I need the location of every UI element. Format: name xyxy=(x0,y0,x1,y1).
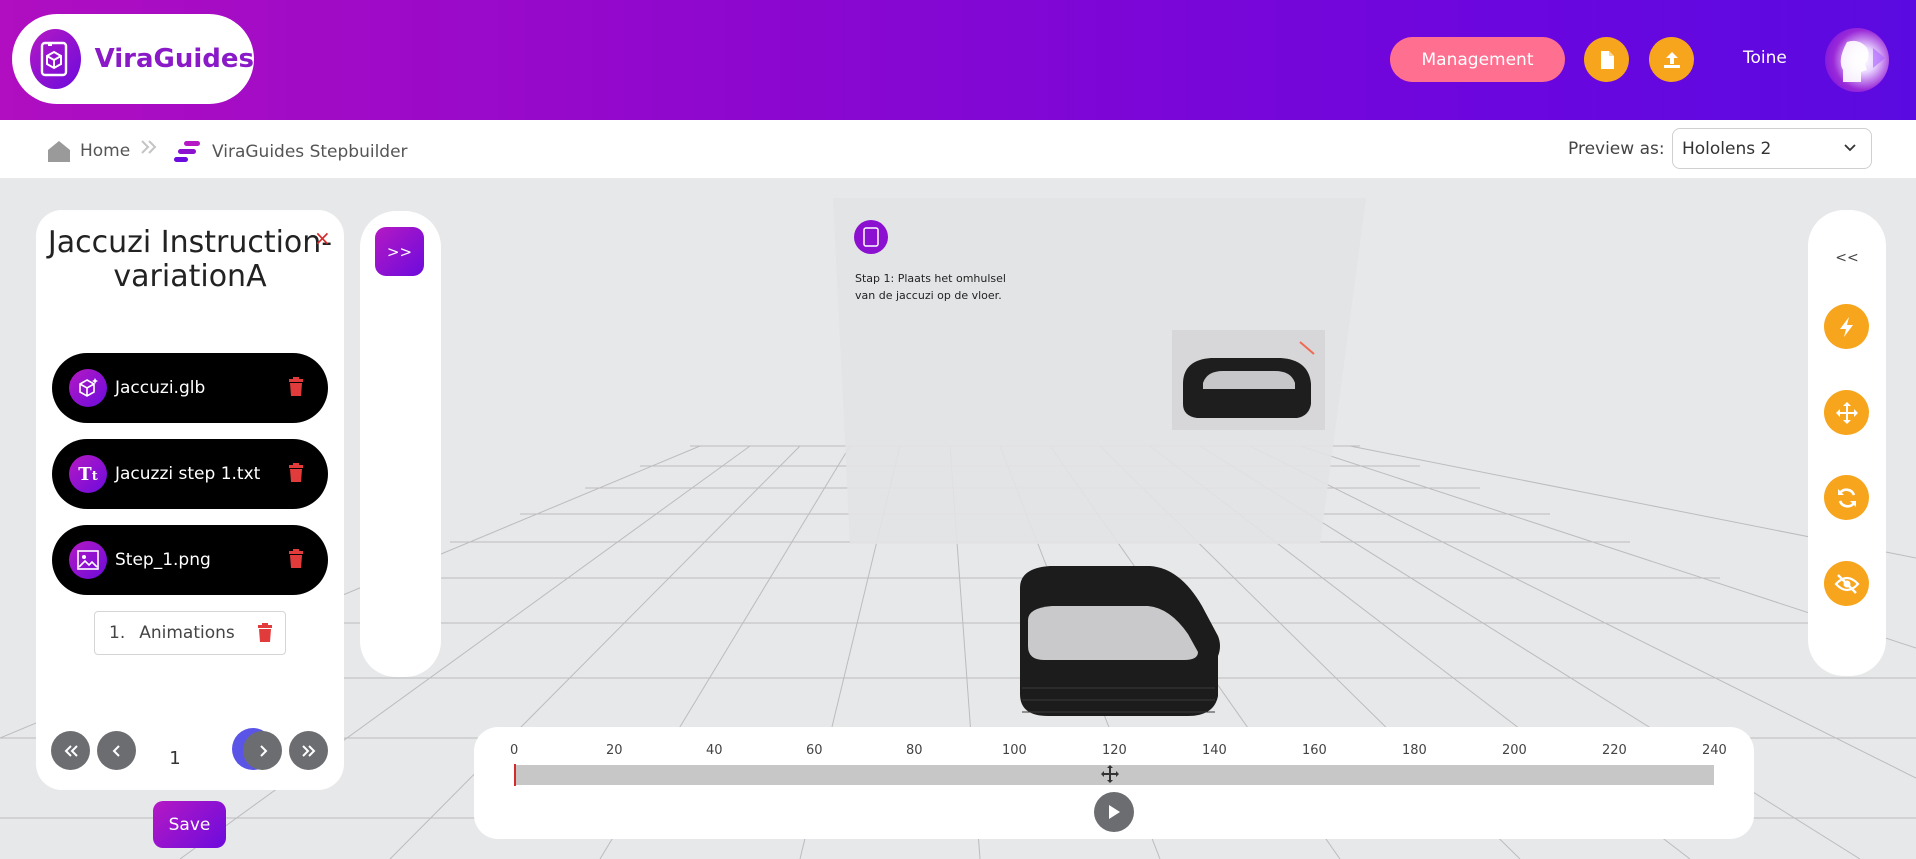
animations-item[interactable]: 1. Animations xyxy=(94,611,286,655)
timeline-tick: 60 xyxy=(806,743,823,758)
move-handle-icon[interactable] xyxy=(1101,765,1119,783)
close-button[interactable]: × xyxy=(314,226,331,250)
timeline-tick: 160 xyxy=(1302,743,1327,758)
visibility-button[interactable] xyxy=(1824,561,1869,606)
preview-label: Preview as: xyxy=(1568,139,1665,159)
avatar[interactable] xyxy=(1825,28,1889,92)
app-header: ViraGuides Management Toine xyxy=(0,0,1916,120)
asset-label: Jaccuzi.glb xyxy=(115,378,206,398)
timeline-tick: 100 xyxy=(1002,743,1027,758)
last-step-button[interactable] xyxy=(289,731,328,770)
breadcrumb-home-label: Home xyxy=(80,141,131,161)
flash-icon xyxy=(1839,316,1853,337)
breadcrumb-home[interactable]: Home xyxy=(46,139,130,163)
tool-panel: << xyxy=(1808,210,1886,676)
animation-label: Animations xyxy=(139,623,235,643)
asset-item[interactable]: Step_1.png xyxy=(52,525,328,595)
expand-button[interactable]: >> xyxy=(375,227,424,276)
next-step-button[interactable] xyxy=(243,731,282,770)
timeline-tick: 140 xyxy=(1202,743,1227,758)
upload-icon xyxy=(1663,51,1680,68)
trash-icon[interactable] xyxy=(257,623,273,643)
panel-logo-icon xyxy=(854,220,888,254)
step-number: 1 xyxy=(169,748,181,769)
upload-button[interactable] xyxy=(1649,37,1694,82)
breadcrumb-current[interactable]: ViraGuides Stepbuilder xyxy=(174,139,408,165)
flash-button[interactable] xyxy=(1824,304,1869,349)
timeline-tick: 220 xyxy=(1602,743,1627,758)
first-step-button[interactable] xyxy=(51,731,90,770)
chevron-left-icon xyxy=(112,744,120,757)
cube-sparkle-icon xyxy=(69,369,107,407)
visibility-off-icon xyxy=(1834,573,1859,594)
timeline-tick: 120 xyxy=(1102,743,1127,758)
chevrons-left-icon xyxy=(64,744,78,757)
stepbuilder-icon xyxy=(174,141,200,162)
chevron-down-icon xyxy=(1844,144,1856,152)
preview-device-select[interactable]: Hololens 2 xyxy=(1672,128,1872,169)
chevrons-right-icon xyxy=(301,744,315,757)
timeline-tick: 200 xyxy=(1502,743,1527,758)
play-button[interactable] xyxy=(1094,792,1134,832)
management-button[interactable]: Management xyxy=(1390,37,1565,82)
timeline-playhead[interactable] xyxy=(514,764,516,786)
chevron-right-icon xyxy=(259,744,267,757)
asset-item[interactable]: Tt Jacuzzi step 1.txt xyxy=(52,439,328,509)
app-name: ViraGuides xyxy=(94,44,254,74)
logo[interactable]: ViraGuides xyxy=(12,14,254,104)
animation-index: 1. xyxy=(109,623,126,643)
save-button[interactable]: Save xyxy=(153,801,226,848)
breadcrumb: Home ViraGuides Stepbuilder Preview as: … xyxy=(0,120,1916,178)
text-icon: Tt xyxy=(69,455,107,493)
asset-label: Step_1.png xyxy=(115,550,211,570)
timeline-tick: 40 xyxy=(706,743,723,758)
breadcrumb-separator-icon xyxy=(140,139,158,155)
timeline-tick: 80 xyxy=(906,743,923,758)
document-icon xyxy=(1600,50,1614,69)
user-silhouette-icon xyxy=(1840,40,1885,82)
animation-timeline: 0 20 40 60 80 100 120 140 160 180 200 220 240 xyxy=(474,727,1754,839)
home-icon xyxy=(48,141,70,162)
timeline-tick: 20 xyxy=(606,743,623,758)
timeline-tick: 180 xyxy=(1402,743,1427,758)
trash-icon[interactable] xyxy=(288,463,304,483)
logo-icon xyxy=(30,29,81,89)
step-title: Jaccuzi Instruction-variationA xyxy=(47,225,333,294)
step-panel: Jaccuzi Instruction-variationA × Jaccuzi… xyxy=(36,210,344,790)
panel-text: Stap 1: Plaats het omhulsel van de jaccu… xyxy=(855,272,1006,302)
trash-icon[interactable] xyxy=(288,377,304,397)
user-name: Toine xyxy=(1743,48,1787,68)
secondary-panel: >> xyxy=(360,211,441,677)
asset-label: Jacuzzi step 1.txt xyxy=(115,464,261,484)
previous-step-button[interactable] xyxy=(97,731,136,770)
asset-item[interactable]: Jaccuzi.glb xyxy=(52,353,328,423)
move-icon xyxy=(1835,401,1858,424)
image-icon xyxy=(69,541,107,579)
timeline-tick: 0 xyxy=(510,743,519,758)
collapse-button[interactable]: << xyxy=(1808,250,1886,266)
document-button[interactable] xyxy=(1584,37,1629,82)
rotate-button[interactable] xyxy=(1824,475,1869,520)
play-icon xyxy=(1109,805,1120,819)
breadcrumb-current-label: ViraGuides Stepbuilder xyxy=(212,142,408,162)
trash-icon[interactable] xyxy=(288,549,304,569)
preview-selected-value: Hololens 2 xyxy=(1682,138,1772,159)
rotate-icon xyxy=(1837,487,1856,508)
move-button[interactable] xyxy=(1824,390,1869,435)
timeline-tick: 240 xyxy=(1702,743,1727,758)
